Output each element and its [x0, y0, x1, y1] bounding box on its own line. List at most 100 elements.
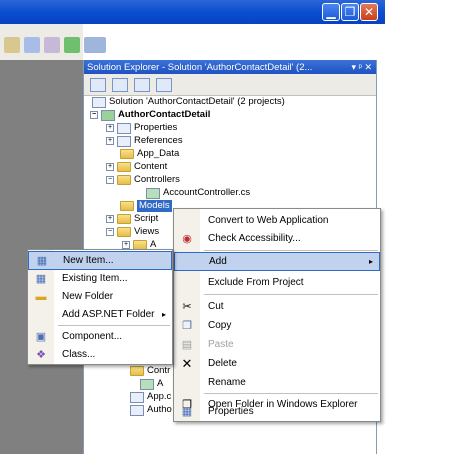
menu-separator	[58, 325, 170, 326]
tools-icon[interactable]	[44, 37, 60, 53]
class-icon: ❖	[36, 349, 46, 361]
tree-item-a[interactable]: A	[140, 378, 163, 390]
tree-item-label: App_Data	[137, 148, 180, 159]
menu-item-convert-web-app[interactable]: Convert to Web Application	[174, 211, 380, 230]
folder-icon	[120, 149, 134, 159]
context-menu: Convert to Web Application ◉ Check Acces…	[173, 208, 381, 422]
menu-item-label: Component...	[62, 331, 123, 342]
csharp-file-icon	[146, 187, 160, 199]
properties-folder-icon	[117, 122, 131, 134]
tree-item-author[interactable]: Autho	[130, 404, 172, 416]
collapse-icon[interactable]: −	[106, 228, 114, 236]
tree-item-views[interactable]: − Views	[106, 226, 159, 238]
add-submenu: ▦ New Item... ▦ Existing Item... ▬ New F…	[27, 249, 173, 365]
menu-item-copy[interactable]: ❐ Copy	[174, 316, 380, 335]
refresh-icon[interactable]	[134, 77, 150, 92]
paste-icon: ▤	[181, 339, 193, 351]
tree-item-label: Content	[134, 161, 168, 172]
properties-toolbar-icon[interactable]	[90, 77, 106, 92]
folder-icon: ▬	[35, 290, 47, 303]
menu-item-add[interactable]: Add ▸	[174, 252, 380, 271]
folder-open-icon	[130, 366, 144, 376]
tree-item-references[interactable]: + References	[106, 135, 183, 147]
menu-item-label: Paste	[208, 339, 234, 350]
menu-item-properties[interactable]: ▦ Properties	[174, 402, 380, 421]
tree-item-solution[interactable]: Solution 'AuthorContactDetail' (2 projec…	[92, 96, 285, 108]
show-all-files-icon[interactable]	[112, 77, 128, 92]
solution-icon	[92, 96, 106, 108]
existing-item-icon: ▦	[35, 273, 47, 285]
menu-item-label: Rename	[208, 377, 246, 388]
solution-explorer-title: Solution Explorer - Solution 'AuthorCont…	[84, 60, 376, 74]
expand-icon[interactable]: +	[106, 137, 114, 145]
menu-item-label: Check Accessibility...	[208, 233, 301, 244]
menu-item-class[interactable]: ❖ Class...	[28, 345, 172, 364]
menu-item-new-folder[interactable]: ▬ New Folder	[28, 287, 172, 306]
tree-item-app-data[interactable]: App_Data	[120, 148, 179, 160]
tree-item-properties[interactable]: + Properties	[106, 122, 177, 134]
menu-separator	[204, 294, 378, 295]
scissors-icon: ✂	[182, 301, 192, 313]
tree-item-label: App.c	[147, 391, 172, 402]
tree-item-label: Controllers	[134, 174, 180, 185]
csharp-file-icon	[140, 378, 154, 390]
expand-icon[interactable]: +	[106, 124, 114, 132]
tree-item-project[interactable]: − AuthorContactDetail	[90, 109, 210, 121]
new-item-icon: ▦	[36, 255, 48, 267]
window-title-bar: ▁ ❐ ✕	[0, 0, 385, 24]
restore-icon: ❐	[344, 5, 356, 19]
class-diagram-icon[interactable]	[156, 77, 172, 92]
tree-item-scripts[interactable]: + Script	[106, 213, 158, 225]
menu-item-existing-item[interactable]: ▦ Existing Item...	[28, 269, 172, 288]
menu-item-delete[interactable]: ✕ Delete	[174, 354, 380, 373]
menu-item-label: Exclude From Project	[208, 277, 304, 288]
menu-item-add-aspnet-folder[interactable]: Add ASP.NET Folder ▸	[28, 305, 172, 324]
menu-item-exclude[interactable]: Exclude From Project	[174, 273, 380, 292]
solution-explorer-toolbar	[84, 74, 376, 96]
menu-item-component[interactable]: ▣ Component...	[28, 327, 172, 346]
menu-item-check-accessibility[interactable]: ◉ Check Accessibility...	[174, 229, 380, 248]
solution-icon[interactable]	[4, 37, 20, 53]
delete-icon: ✕	[181, 355, 193, 371]
tree-item-app-config[interactable]: App.c	[130, 391, 171, 403]
accessibility-icon: ◉	[182, 233, 192, 245]
collapse-icon[interactable]: −	[106, 176, 114, 184]
menu-item-rename[interactable]: Rename	[174, 373, 380, 392]
solution-explorer-title-text: Solution Explorer - Solution 'AuthorCont…	[87, 61, 313, 73]
menu-item-cut[interactable]: ✂ Cut	[174, 297, 380, 316]
maximize-button[interactable]: ❐	[341, 3, 359, 21]
tree-item-label: Models	[137, 200, 172, 212]
expand-icon[interactable]: +	[106, 163, 114, 171]
properties-icon[interactable]	[24, 37, 40, 53]
tree-item-controllers-2[interactable]: Contr	[130, 365, 170, 377]
menu-item-new-item[interactable]: ▦ New Item...	[28, 251, 172, 270]
tree-item-label: Autho	[147, 404, 172, 415]
tree-item-label: Contr	[147, 365, 171, 376]
collapse-icon[interactable]: −	[90, 111, 98, 119]
minimize-button[interactable]: ▁	[322, 3, 340, 21]
menu-item-label: Add ASP.NET Folder	[62, 309, 155, 320]
tree-item-label: Views	[134, 226, 160, 237]
menu-item-paste[interactable]: ▤ Paste	[174, 335, 380, 354]
tree-item-label: Properties	[134, 122, 178, 133]
minimize-icon: ▁	[326, 5, 336, 19]
tree-item-controllers[interactable]: − Controllers	[106, 174, 180, 186]
toolbox-icon[interactable]	[64, 37, 80, 53]
expand-icon[interactable]: +	[122, 241, 130, 249]
project-icon	[101, 109, 115, 121]
tree-item-account-controller[interactable]: AccountController.cs	[146, 187, 250, 199]
tree-item-label: A	[157, 378, 164, 389]
component-icon: ▣	[35, 331, 47, 343]
file-icon	[130, 404, 144, 416]
tree-item-models[interactable]: Models	[120, 200, 172, 212]
tree-item-content[interactable]: + Content	[106, 161, 167, 173]
menu-item-label: Existing Item...	[62, 273, 128, 284]
menu-item-label: New Item...	[63, 255, 114, 266]
window-dropdown-icon[interactable]	[84, 37, 106, 53]
pin-icon[interactable]: ▾ ᵖ ✕	[352, 62, 372, 73]
folder-icon	[117, 162, 131, 172]
close-button[interactable]: ✕	[360, 3, 378, 21]
menu-item-label: Delete	[208, 358, 237, 369]
expand-icon[interactable]: +	[106, 215, 114, 223]
menu-separator	[204, 250, 378, 251]
